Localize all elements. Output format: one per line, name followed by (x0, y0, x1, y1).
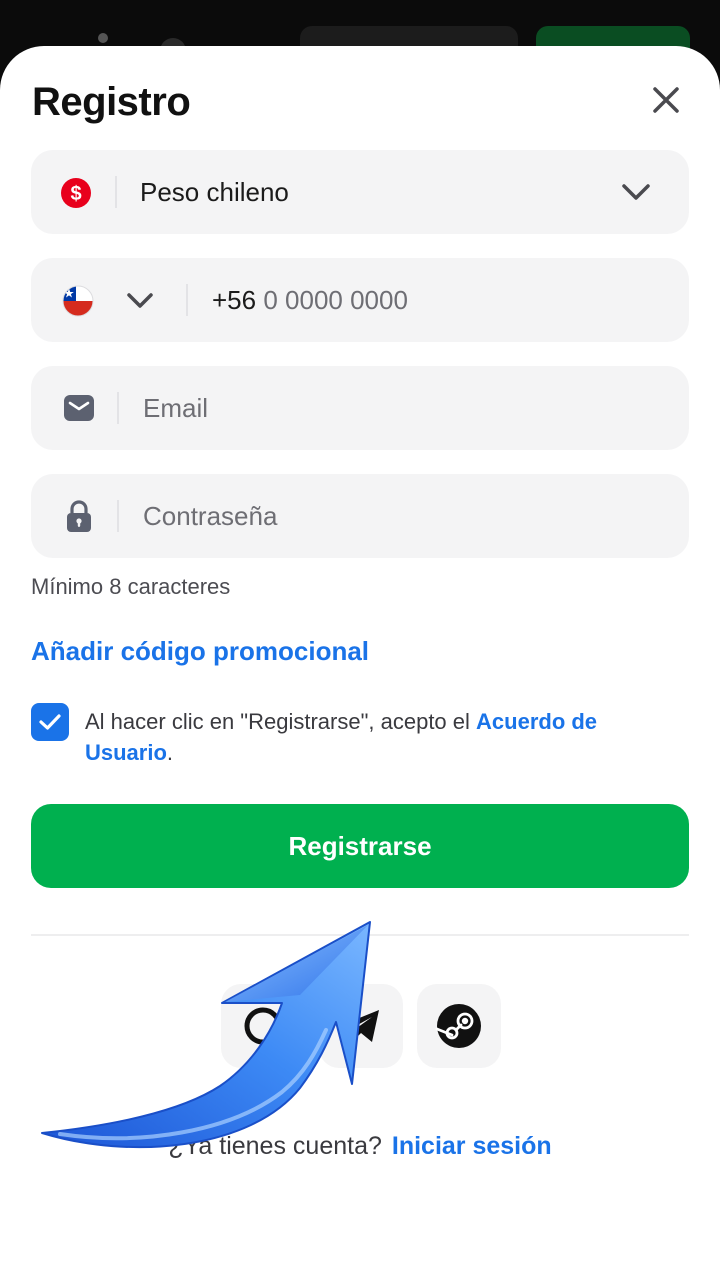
chile-flag-icon (61, 284, 95, 318)
steam-icon (435, 1004, 481, 1048)
field-separator (115, 176, 117, 208)
close-icon (653, 87, 679, 113)
divider (31, 934, 689, 936)
register-button-label: Registrarse (288, 830, 432, 861)
checkmark-icon (39, 714, 61, 730)
field-separator (186, 284, 188, 316)
google-icon (244, 1007, 282, 1045)
password-input[interactable]: Contraseña (143, 474, 277, 558)
google-login-button[interactable] (221, 984, 305, 1068)
close-button[interactable] (644, 78, 688, 122)
register-button[interactable]: Registrarse (31, 804, 689, 888)
phone-placeholder: 0 0000 0000 (263, 285, 408, 315)
svg-text:$: $ (70, 183, 81, 205)
steam-login-button[interactable] (417, 984, 501, 1068)
currency-value: Peso chileno (140, 177, 289, 207)
login-prompt: ¿Ya tienes cuenta? Iniciar sesión (0, 1132, 720, 1161)
phone-field[interactable]: +56 0 0000 0000 (31, 258, 689, 342)
add-promo-code-link[interactable]: Añadir código promocional (31, 636, 369, 667)
telegram-login-button[interactable] (319, 984, 403, 1068)
lock-icon (63, 498, 95, 534)
envelope-icon (62, 392, 96, 424)
registration-sheet: Registro $ Peso chileno +56 0 0000 0000 … (0, 46, 720, 1280)
chevron-down-icon (619, 180, 653, 204)
login-link[interactable]: Iniciar sesión (392, 1132, 552, 1160)
field-separator (117, 392, 119, 424)
password-hint: Mínimo 8 caracteres (31, 574, 231, 599)
field-separator (117, 500, 119, 532)
password-field[interactable]: Contraseña (31, 474, 689, 558)
telegram-icon (342, 1010, 379, 1042)
terms-end: . (166, 740, 174, 765)
phone-input[interactable]: +56 0 0000 0000 (212, 258, 408, 342)
currency-icon: $ (60, 177, 92, 209)
currency-select[interactable]: $ Peso chileno (31, 150, 689, 234)
login-question: ¿Ya tienes cuenta? (168, 1132, 382, 1160)
page-title: Registro (32, 80, 191, 124)
terms-checkbox[interactable] (31, 703, 69, 741)
terms-text: Al hacer clic en "Registrarse", acepto e… (85, 706, 685, 768)
phone-prefix: +56 (212, 285, 257, 315)
country-chevron-down-icon[interactable] (125, 290, 155, 312)
email-input[interactable]: Email (143, 366, 208, 450)
terms-label: Al hacer clic en "Registrarse", acepto e… (85, 709, 477, 734)
background-dot (98, 33, 108, 43)
email-field[interactable]: Email (31, 366, 689, 450)
